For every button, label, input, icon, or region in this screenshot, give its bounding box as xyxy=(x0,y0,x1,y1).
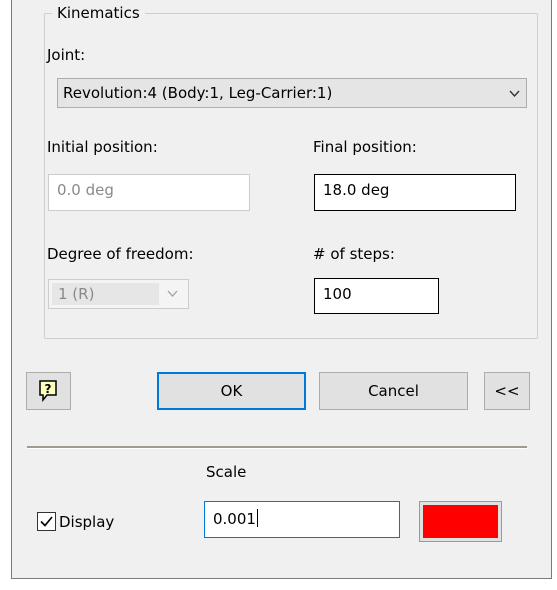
dof-select: 1 (R) xyxy=(48,279,189,309)
display-checkbox[interactable] xyxy=(37,512,56,531)
text-caret xyxy=(256,509,258,527)
joint-select-value: Revolution:4 (Body:1, Leg-Carrier:1) xyxy=(63,84,333,102)
steps-label: # of steps: xyxy=(313,245,395,263)
steps-field[interactable]: 100 xyxy=(314,278,439,314)
cancel-button[interactable]: Cancel xyxy=(319,372,468,410)
chevron-down-icon xyxy=(509,90,520,98)
svg-text:?: ? xyxy=(45,382,52,396)
collapse-button[interactable]: << xyxy=(484,372,530,410)
help-icon: ? xyxy=(39,380,57,402)
scale-label: Scale xyxy=(206,463,247,481)
display-label: Display xyxy=(59,513,115,531)
joint-select[interactable]: Revolution:4 (Body:1, Leg-Carrier:1) xyxy=(57,78,527,108)
initial-position-label: Initial position: xyxy=(47,138,158,156)
chevron-down-icon xyxy=(167,290,178,297)
joint-label: Joint: xyxy=(47,46,86,64)
color-swatch-button[interactable] xyxy=(419,501,502,542)
section-divider xyxy=(27,446,527,449)
dof-label: Degree of freedom: xyxy=(47,245,194,263)
color-swatch-fill xyxy=(423,505,498,538)
initial-position-field: 0.0 deg xyxy=(48,174,250,211)
dof-select-value: 1 (R) xyxy=(52,283,159,305)
ok-button[interactable]: OK xyxy=(157,372,306,410)
dialog-panel: Kinematics Joint: Revolution:4 (Body:1, … xyxy=(11,0,552,579)
kinematics-dialog: Kinematics Joint: Revolution:4 (Body:1, … xyxy=(0,0,557,590)
final-position-field[interactable]: 18.0 deg xyxy=(314,174,516,211)
scale-input-value: 0.001 xyxy=(213,510,256,528)
help-button[interactable]: ? xyxy=(26,372,71,410)
kinematics-group-title: Kinematics xyxy=(52,3,145,23)
checkmark-icon xyxy=(40,516,53,527)
scale-input[interactable]: 0.001 xyxy=(204,501,400,538)
final-position-label: Final position: xyxy=(313,138,417,156)
